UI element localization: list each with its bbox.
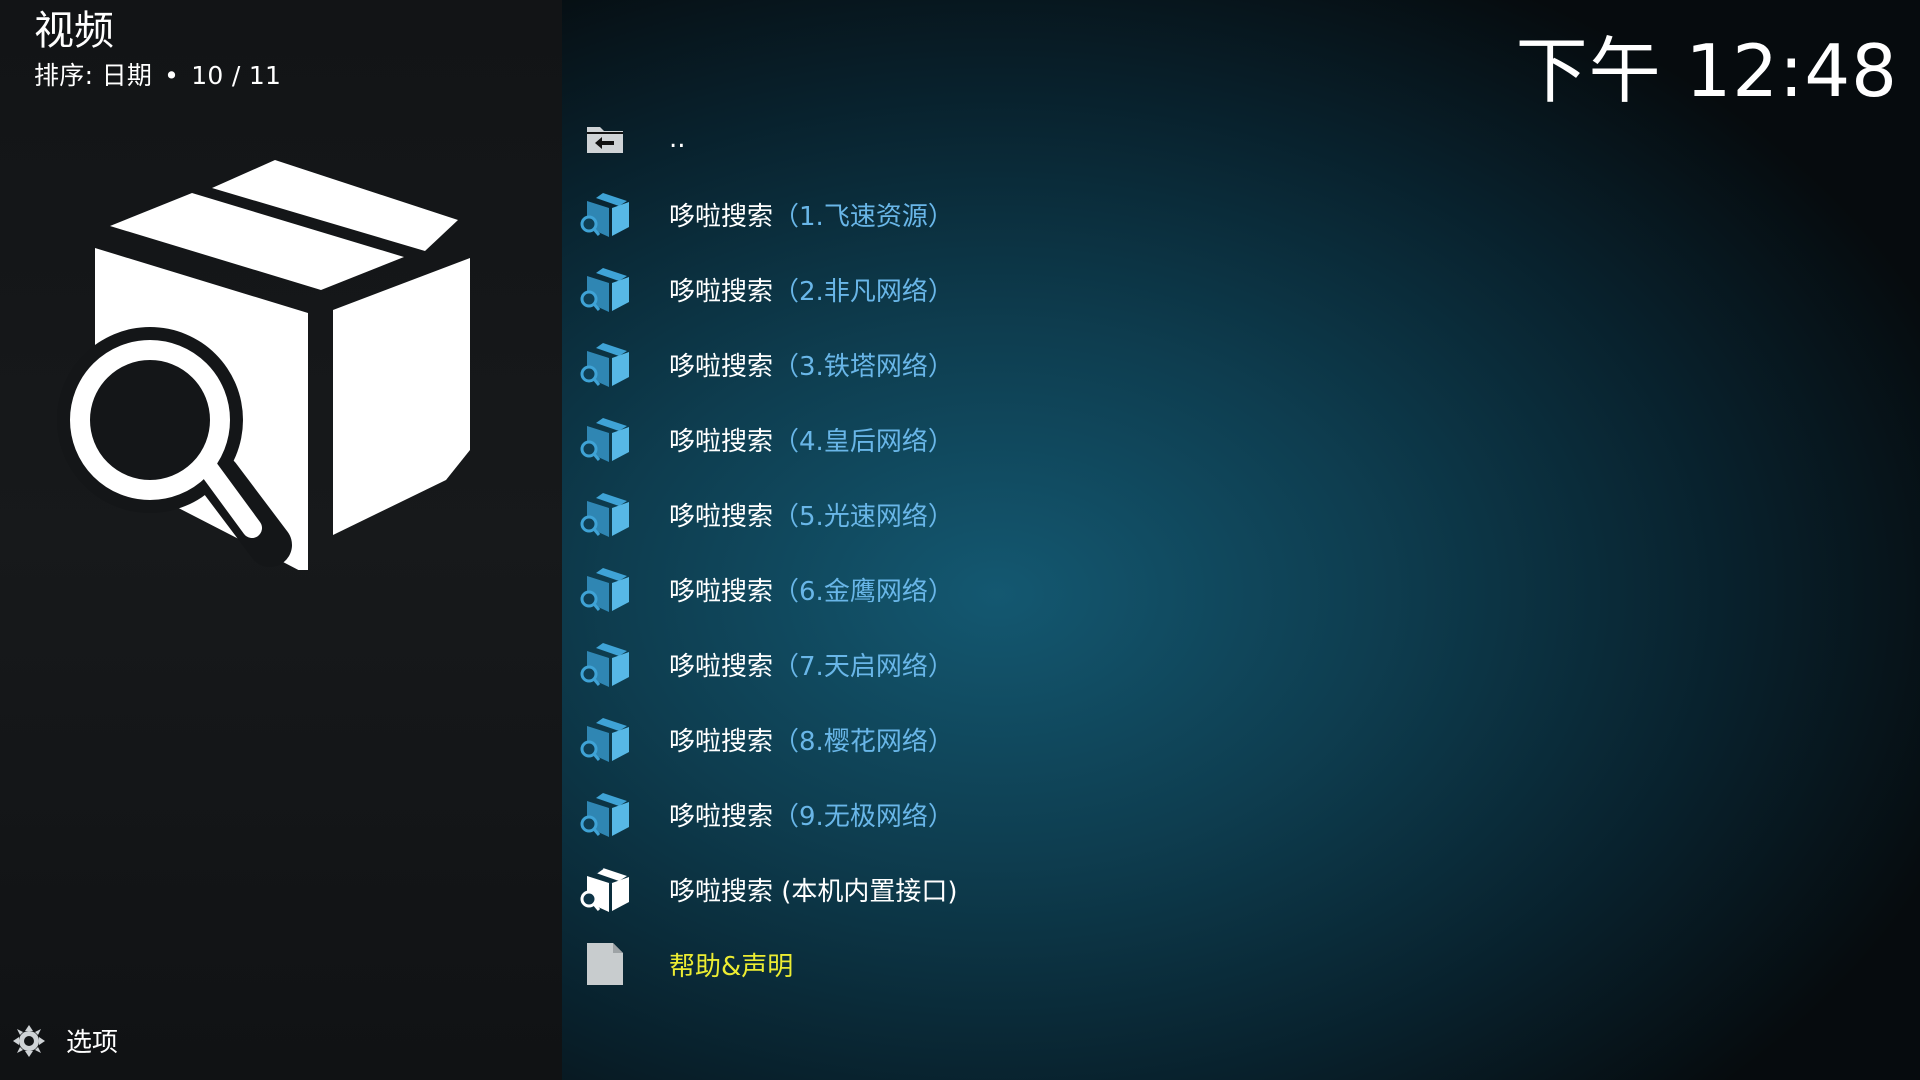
list-item-builtin[interactable]: 哆啦搜索 (本机内置接口) [570, 854, 1670, 924]
list-item-source-1[interactable]: 哆啦搜索（1.飞速资源） [570, 179, 1670, 249]
sort-info: 排序: 日期 • 10 / 11 [34, 56, 281, 92]
box-search-icon [575, 484, 635, 544]
item-name: 哆啦搜索 [669, 501, 774, 532]
list-item-source-8[interactable]: 哆啦搜索（8.樱花网络） [570, 704, 1670, 774]
item-suffix: （3.铁塔网络） [773, 351, 954, 382]
list-item-source-3[interactable]: 哆啦搜索（3.铁塔网络） [570, 329, 1670, 399]
list-item-source-2[interactable]: 哆啦搜索（2.非凡网络） [570, 254, 1670, 324]
page-title: 视频 [34, 8, 114, 54]
box-search-icon [575, 409, 635, 469]
list-item-source-9[interactable]: 哆啦搜索（9.无极网络） [570, 779, 1670, 849]
clock: 下午 12:48 [1515, 29, 1898, 113]
separator-dot: • [164, 61, 180, 90]
item-name: 哆啦搜索 [669, 426, 774, 457]
document-icon [575, 934, 635, 994]
item-suffix: （5.光速网络） [773, 501, 954, 532]
list-item-source-6[interactable]: 哆啦搜索（6.金鹰网络） [570, 554, 1670, 624]
box-search-icon [575, 859, 635, 919]
item-name: 哆啦搜索 [669, 201, 774, 232]
sort-label[interactable]: 排序: 日期 [34, 61, 152, 90]
item-suffix: （2.非凡网络） [773, 276, 954, 307]
box-search-icon [575, 334, 635, 394]
box-search-icon [57, 160, 470, 570]
box-search-icon [575, 559, 635, 619]
list-item-parent-folder[interactable]: .. [570, 104, 1670, 174]
item-name: 哆啦搜索 [669, 651, 774, 682]
item-suffix: （6.金鹰网络） [773, 576, 954, 607]
gear-icon [13, 1024, 45, 1057]
item-suffix: （8.樱花网络） [773, 726, 954, 757]
item-suffix: （9.无极网络） [773, 801, 954, 832]
item-name: 哆啦搜索 [669, 801, 774, 832]
item-suffix: （7.天启网络） [773, 651, 954, 682]
folder-back-icon [575, 109, 635, 169]
list-item-label: 哆啦搜索 (本机内置接口) [669, 876, 958, 907]
list-item-source-5[interactable]: 哆啦搜索（5.光速网络） [570, 479, 1670, 549]
list-item-source-4[interactable]: 哆啦搜索（4.皇后网络） [570, 404, 1670, 474]
item-suffix: （1.飞速资源） [773, 201, 954, 232]
item-name: 哆啦搜索 [669, 576, 774, 607]
item-name: 哆啦搜索 [669, 726, 774, 757]
options-label: 选项 [66, 1028, 119, 1058]
box-search-icon [575, 184, 635, 244]
item-position: 10 / 11 [191, 61, 282, 90]
list-item-help[interactable]: 帮助&声明 [570, 929, 1670, 999]
box-search-icon [575, 784, 635, 844]
item-suffix: （4.皇后网络） [773, 426, 954, 457]
list-item-label: .. [669, 124, 686, 154]
box-search-icon [575, 634, 635, 694]
item-name: 哆啦搜索 [669, 276, 774, 307]
item-name: 哆啦搜索 [669, 351, 774, 382]
box-search-icon [575, 259, 635, 319]
options-button[interactable]: 选项 [12, 1022, 118, 1059]
list-item-source-7[interactable]: 哆啦搜索（7.天启网络） [570, 629, 1670, 699]
box-search-icon [575, 709, 635, 769]
list-item-label: 帮助&声明 [669, 951, 794, 982]
